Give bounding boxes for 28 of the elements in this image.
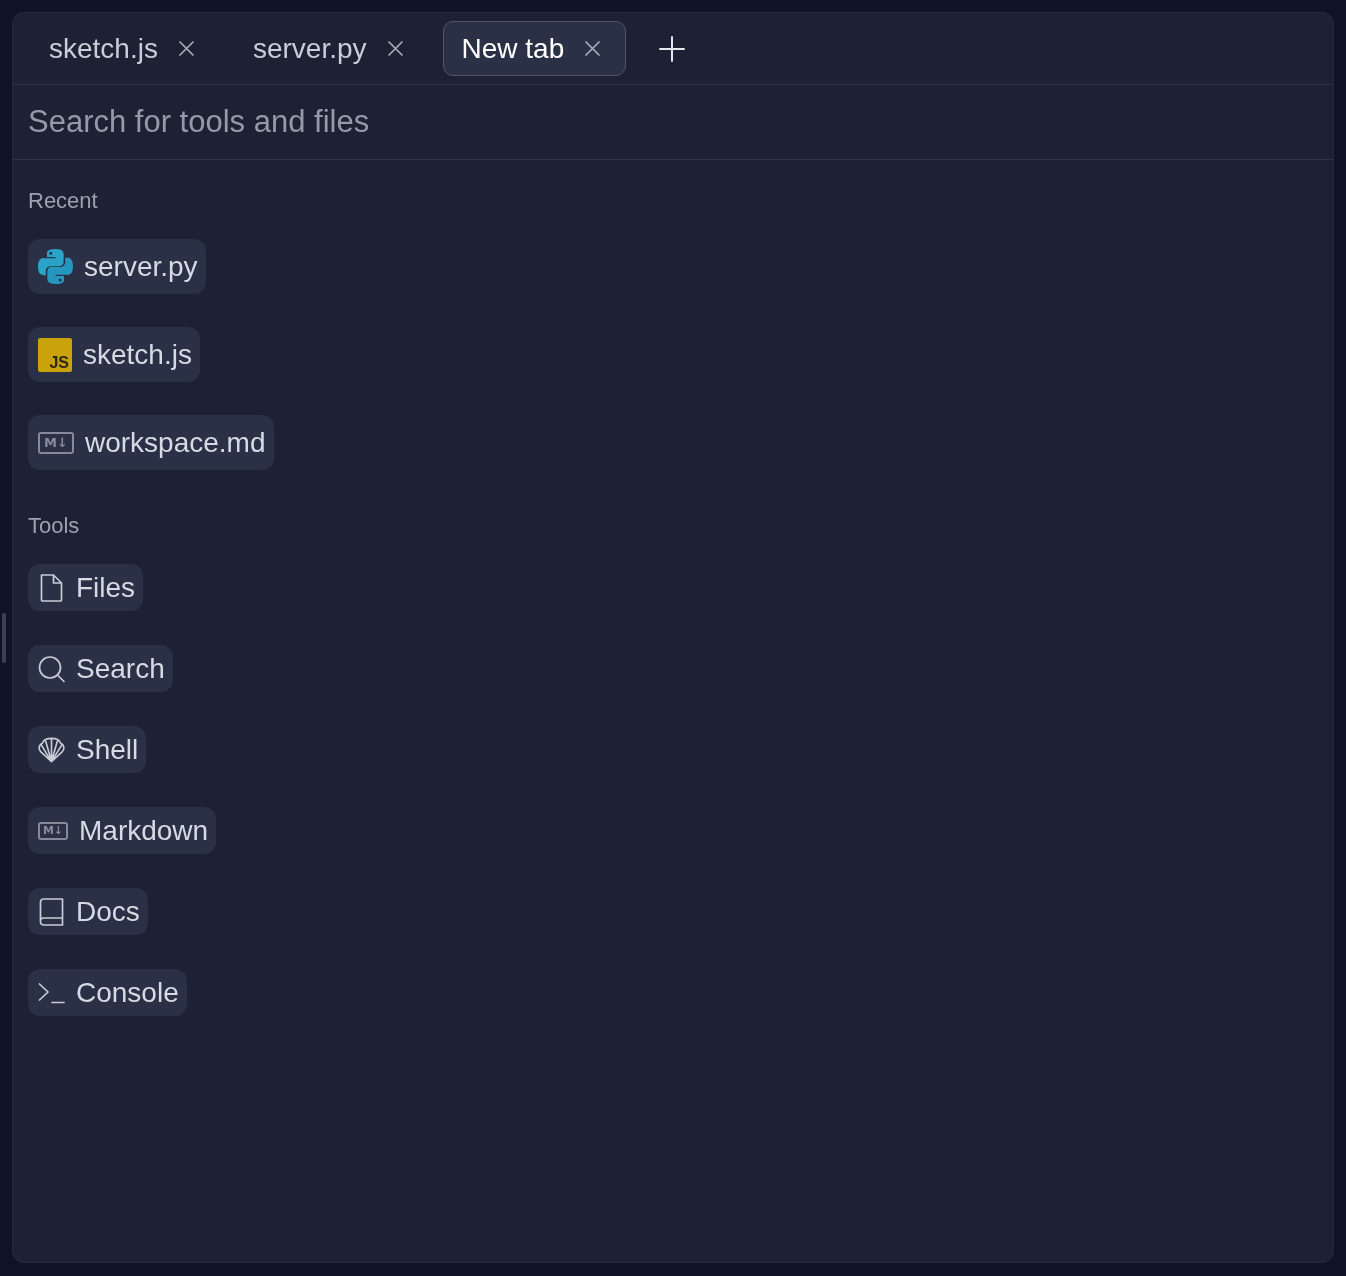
tab[interactable]: server.py (233, 21, 429, 76)
close-icon[interactable] (387, 41, 403, 56)
tool-item[interactable]: Shell (28, 726, 147, 773)
tool-item[interactable]: Files (28, 564, 144, 611)
tool-item[interactable]: Docs (28, 888, 148, 935)
recent-file-item[interactable]: server.py (28, 239, 206, 294)
tab[interactable]: sketch.js (30, 21, 220, 76)
markdown-logo-icon: M↓ (38, 821, 68, 840)
python-logo-icon (38, 249, 73, 284)
js-logo-icon: JS (38, 337, 72, 372)
search-field[interactable]: Search for tools and files (13, 85, 1333, 159)
tab[interactable]: New tab (442, 21, 627, 76)
markdown-logo-icon: M↓ (38, 431, 74, 454)
recent-file-item[interactable]: M↓ workspace.md (28, 415, 274, 470)
close-icon[interactable] (585, 41, 601, 56)
section-label: Recent (28, 189, 99, 213)
file-icon (38, 573, 65, 602)
shell-icon (38, 735, 65, 764)
plus-icon[interactable] (659, 35, 686, 62)
tool-item[interactable]: Search (28, 645, 173, 692)
tool-item[interactable]: Console (28, 969, 187, 1016)
book-icon (38, 897, 65, 926)
search-icon (38, 654, 65, 683)
section-label: Tools (28, 514, 81, 538)
recent-file-item[interactable]: JS sketch.js (28, 327, 200, 382)
resize-handle[interactable] (2, 612, 6, 663)
tool-item[interactable]: M↓ Markdown (28, 807, 217, 854)
close-icon[interactable] (178, 41, 194, 56)
